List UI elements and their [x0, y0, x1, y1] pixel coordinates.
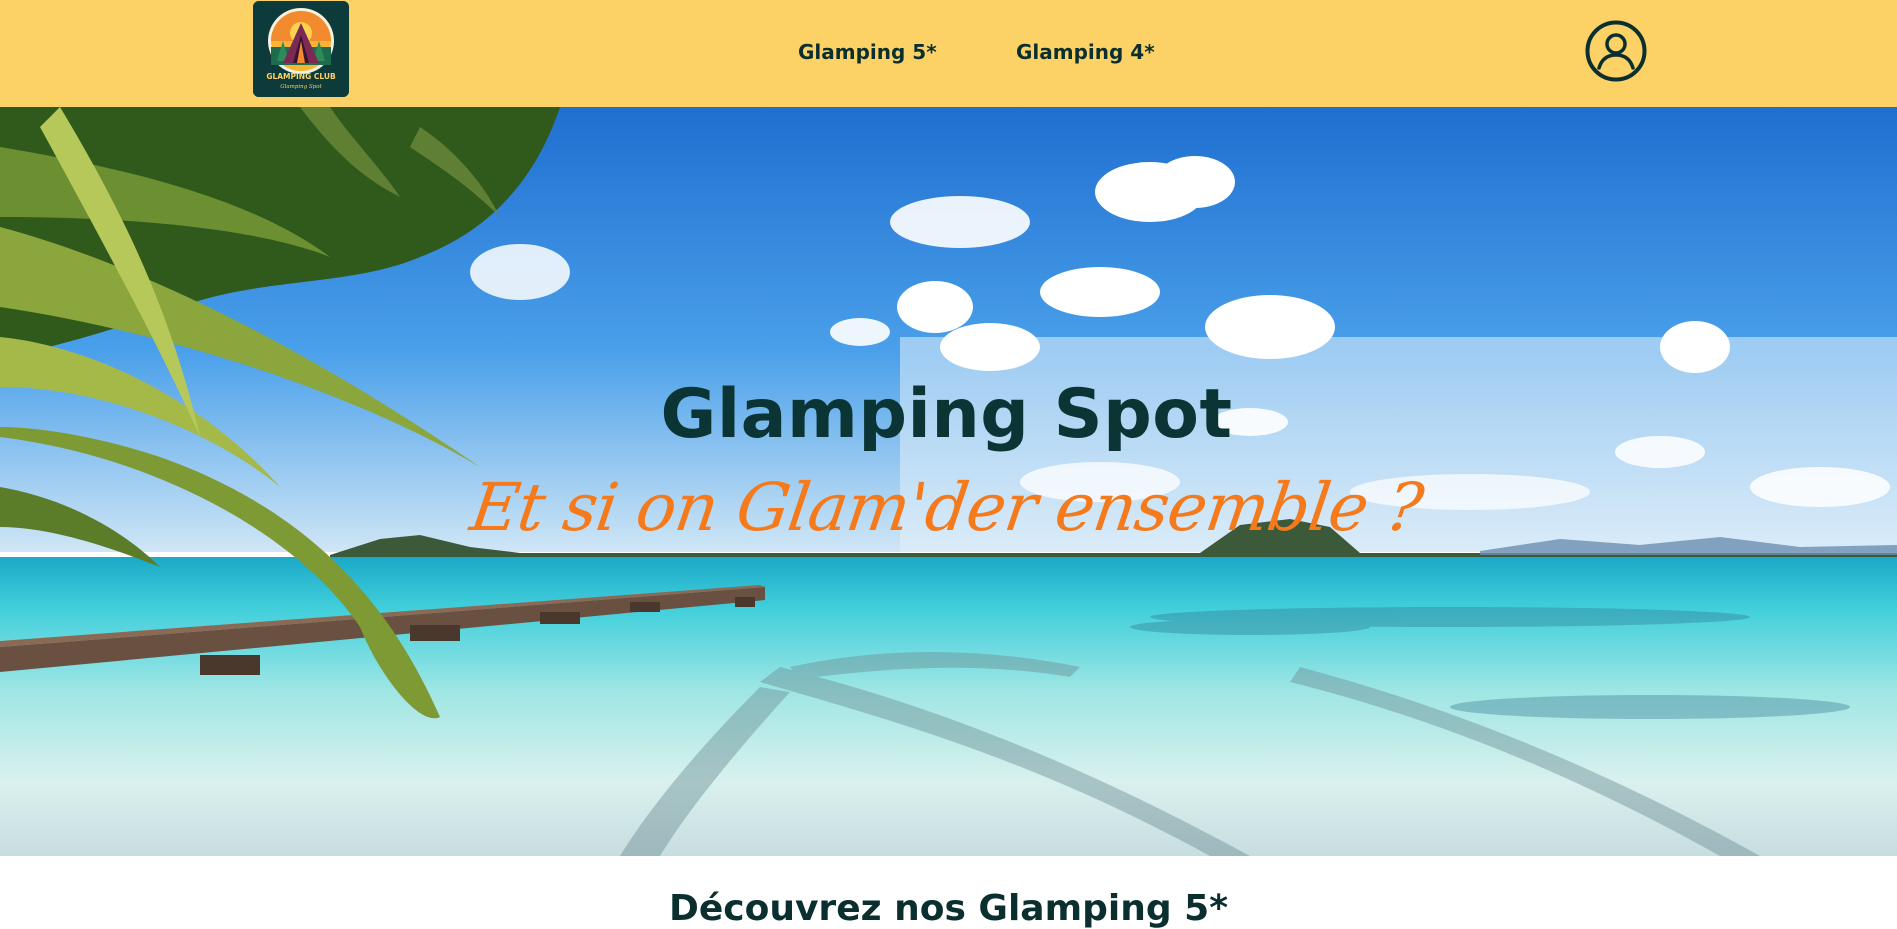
nav-glamping-5-link[interactable]: Glamping 5*: [798, 40, 937, 64]
account-button[interactable]: [1585, 20, 1647, 82]
glamping-club-logo[interactable]: GLAMPING CLUB Glamping Spot: [253, 1, 349, 97]
logo-subtitle-text: Glamping Spot: [280, 84, 322, 90]
site-header: GLAMPING CLUB Glamping Spot Glamping 5* …: [0, 0, 1897, 107]
user-circle-icon: [1585, 20, 1647, 82]
hero-title: Glamping Spot: [660, 375, 1233, 454]
tent-sunset-logo-icon: GLAMPING CLUB Glamping Spot: [253, 1, 349, 97]
logo-title-text: GLAMPING CLUB: [266, 72, 336, 81]
hero-banner: Glamping Spot Et si on Glam'der ensemble…: [0, 107, 1897, 856]
nav-glamping-4-link[interactable]: Glamping 4*: [1016, 40, 1155, 64]
hero-tagline: Et si on Glam'der ensemble ?: [465, 469, 1428, 546]
section-title: Découvrez nos Glamping 5*: [668, 888, 1229, 929]
